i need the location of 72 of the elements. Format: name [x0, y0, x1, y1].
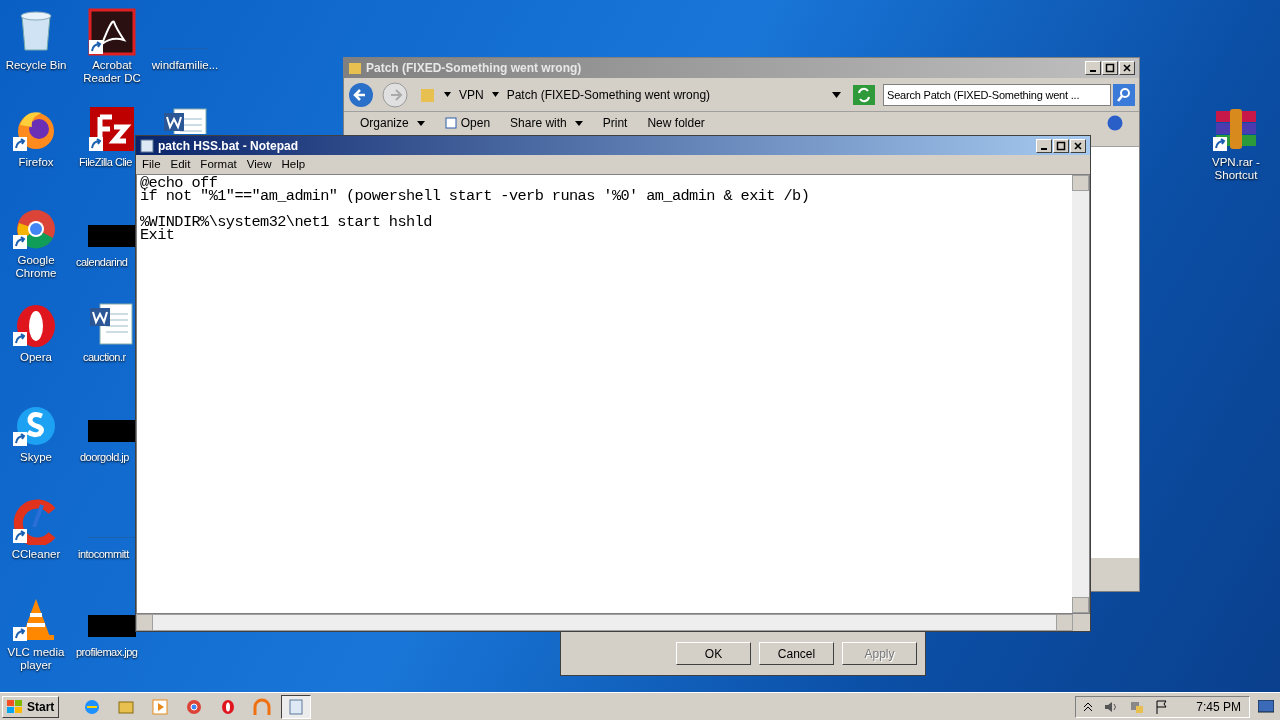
menu-item[interactable]: Format — [200, 155, 237, 174]
toolbar-button[interactable]: Print — [602, 114, 628, 132]
icon-label: Recycle Bin — [4, 59, 68, 72]
maximize-button[interactable] — [1102, 61, 1118, 75]
start-button[interactable]: Start — [2, 695, 60, 718]
icon-label: Skype — [19, 451, 53, 464]
search-field[interactable]: Search Patch (FIXED-Something went ... — [883, 83, 1111, 106]
speaker-icon[interactable] — [1104, 700, 1119, 713]
help-icon[interactable] — [1107, 115, 1123, 131]
search-icon[interactable] — [1113, 83, 1135, 106]
icon-label: VPN.rar - Shortcut — [1211, 156, 1261, 182]
globe-icon — [83, 697, 102, 716]
icon-label: Firefox — [17, 156, 55, 169]
icon-label: VLC media player — [6, 646, 66, 672]
maximize-button[interactable] — [1053, 138, 1069, 153]
minimize-button[interactable] — [1085, 61, 1101, 75]
close-button[interactable] — [1119, 61, 1135, 75]
menu-item[interactable]: Help — [281, 155, 306, 174]
dialog-button[interactable]: OK — [676, 642, 751, 665]
horizontal-scrollbar[interactable] — [136, 614, 1073, 631]
caret-icon — [444, 92, 451, 97]
minimize-button[interactable] — [1036, 138, 1052, 153]
flag-icon[interactable] — [1156, 699, 1169, 714]
word-icon[interactable] — [88, 300, 136, 348]
code-line: if not "%1"=="am_admin" (powershell start -verb runas '%0' am_admin & exit /b) — [140, 190, 811, 203]
caret-icon[interactable] — [832, 91, 841, 98]
icon-label: FileZilla Clie — [79, 156, 132, 169]
filezilla-icon[interactable] — [88, 105, 136, 153]
show-desktop-button[interactable] — [1258, 699, 1274, 714]
dialog-button[interactable]: Cancel — [759, 642, 834, 665]
icon-label: Google Chrome — [14, 254, 58, 280]
menu-item[interactable]: View — [246, 155, 272, 174]
menu-item[interactable]: File — [142, 155, 161, 174]
menu-item[interactable]: Edit — [170, 155, 191, 174]
icon-label: calendarind — [76, 256, 128, 269]
code-line: %WINDIR%\system32\net1 start hshld — [140, 212, 433, 229]
notepad-icon — [140, 138, 154, 153]
close-button[interactable] — [1070, 138, 1086, 153]
icon-label: windfamilie... — [150, 59, 220, 72]
notepad-icon — [287, 697, 306, 716]
clock[interactable]: 7:45 PM — [1196, 697, 1241, 716]
chrome-icon — [185, 697, 204, 716]
icon-label: Opera — [19, 351, 53, 364]
icon-label: Acrobat Reader DC — [82, 59, 142, 85]
taskbar-button[interactable] — [281, 694, 312, 719]
chevron-icon[interactable] — [1084, 702, 1093, 711]
icon-label: intocommitt — [78, 548, 129, 561]
window-title: patch HSS.bat - Notepad — [158, 137, 299, 155]
back-button[interactable] — [348, 81, 374, 108]
breadcrumb-item[interactable]: VPN — [459, 85, 484, 104]
refresh-button[interactable] — [853, 84, 875, 105]
caret-icon — [491, 92, 499, 97]
toolbar-button[interactable]: Share with — [510, 114, 583, 132]
icon-label: profilemax.jpg — [76, 646, 138, 659]
toolbar-button[interactable]: New folder — [647, 114, 705, 132]
windows-logo — [7, 699, 23, 714]
icon-label: doorgold.jp — [80, 451, 129, 464]
code-line: @echo off — [140, 177, 218, 190]
code-line: Exit — [140, 229, 175, 242]
play-icon — [151, 697, 170, 716]
folder-icon — [420, 86, 436, 103]
toolbar-button[interactable]: Open — [444, 114, 491, 132]
window-icon — [444, 117, 457, 129]
icon-label: cauction.r — [83, 351, 126, 364]
icon-label: CCleaner — [10, 548, 62, 561]
folder-icon — [348, 61, 362, 75]
toolbar-button[interactable]: Organize — [360, 114, 425, 132]
acrobat-icon[interactable] — [88, 8, 136, 56]
arc-icon — [253, 697, 272, 716]
window-title: Patch (FIXED-Something went wrong) — [366, 60, 583, 77]
vertical-scrollbar[interactable] — [1072, 175, 1089, 613]
breadcrumb-item[interactable]: Patch (FIXED-Something went wrong) — [506, 85, 711, 104]
